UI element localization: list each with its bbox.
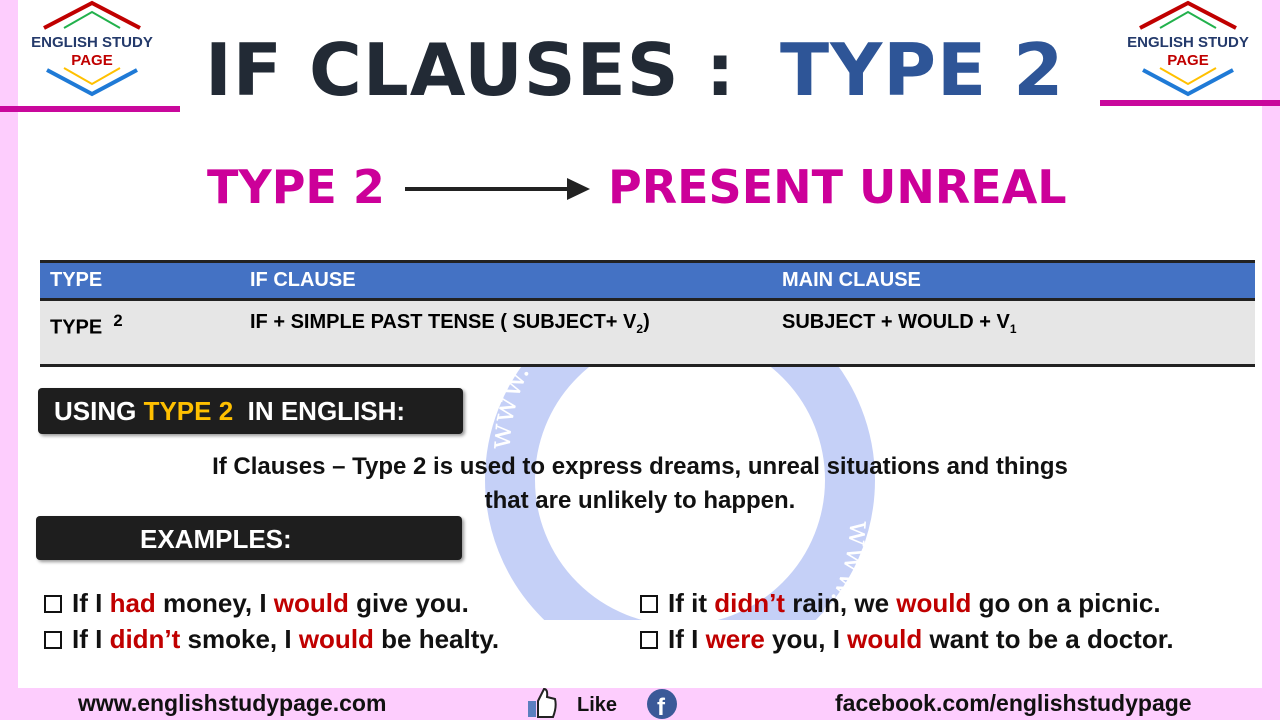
examples-heading: EXAMPLES: <box>36 516 462 560</box>
divider <box>1100 100 1280 106</box>
header-type: TYPE <box>40 260 240 301</box>
formula-table: TYPE IF CLAUSE MAIN CLAUSE TYPE 2 IF + SIM… <box>40 260 1255 367</box>
website-link[interactable]: www.englishstudypage.com <box>78 690 386 717</box>
subtitle-meaning: PRESENT UNREAL <box>608 160 1067 214</box>
cell-if-clause: IF + SIMPLE PAST TENSE ( SUBJECT+ V2) <box>240 299 772 367</box>
checkbox-icon <box>640 595 658 613</box>
subtitle-type: TYPE 2 <box>207 160 385 214</box>
cell-main-clause: SUBJECT + WOULD + V1 <box>772 299 1255 367</box>
example-3: If it didn’t rain, we would go on a picn… <box>640 588 1161 619</box>
checkbox-icon <box>44 595 62 613</box>
logo-left: ENGLISH STUDY PAGE <box>22 0 162 100</box>
description: If Clauses – Type 2 is used to express d… <box>212 453 1068 514</box>
table-row: TYPE 2 IF + SIMPLE PAST TENSE ( SUBJECT+… <box>40 299 1255 367</box>
facebook-link[interactable]: facebook.com/englishstudypage <box>835 690 1192 717</box>
like-label[interactable]: Like <box>577 694 617 717</box>
title-type: TYPE 2 <box>780 28 1065 112</box>
svg-text:f: f <box>657 694 666 720</box>
example-2: If I didn’t smoke, I would be healty. <box>44 624 499 655</box>
facebook-icon[interactable]: f <box>646 688 678 720</box>
logo-right: ENGLISH STUDY PAGE <box>1118 0 1258 100</box>
header-if-clause: IF CLAUSE <box>240 260 772 301</box>
cell-type: TYPE 2 <box>40 299 240 367</box>
using-heading: USING TYPE 2 IN ENGLISH: <box>38 388 463 434</box>
title-main: IF CLAUSES : <box>205 28 736 112</box>
arrow-right-icon <box>405 178 590 200</box>
example-1: If I had money, I would give you. <box>44 588 469 619</box>
divider <box>0 106 180 112</box>
example-4: If I were you, I would want to be a doct… <box>640 624 1174 655</box>
header-main-clause: MAIN CLAUSE <box>772 260 1255 301</box>
thumbs-up-icon <box>528 687 557 718</box>
checkbox-icon <box>640 631 658 649</box>
checkbox-icon <box>44 631 62 649</box>
